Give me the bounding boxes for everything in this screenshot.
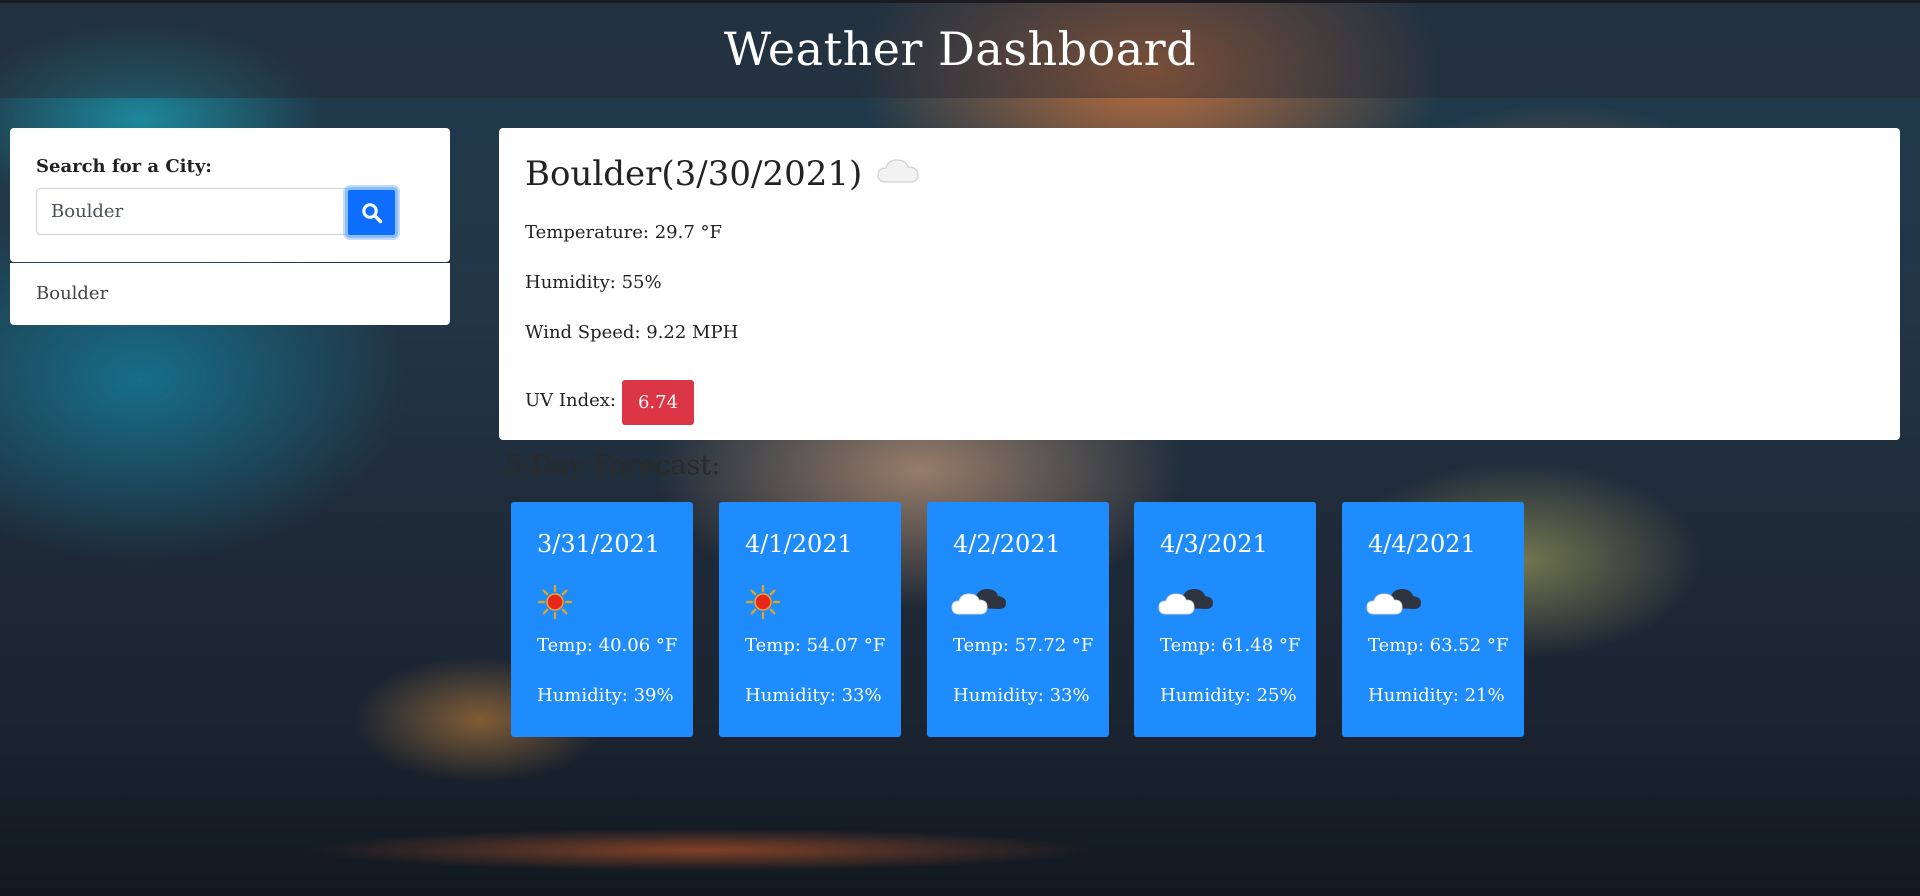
forecast-temp: Temp: 61.48 °F	[1160, 635, 1301, 656]
sun-icon	[535, 582, 575, 626]
forecast-temp: Temp: 54.07 °F	[745, 635, 886, 656]
forecast-date: 4/2/2021	[953, 530, 1061, 558]
forecast-temp: Temp: 57.72 °F	[953, 635, 1094, 656]
forecast-card: 4/3/2021 Temp: 61.48 °F Humidity: 25%	[1134, 502, 1316, 737]
cloud-icon	[876, 154, 920, 194]
forecast-title: 5-Day Forecast:	[505, 450, 721, 481]
forecast-date: 4/1/2021	[745, 530, 853, 558]
forecast-temp: Temp: 40.06 °F	[537, 635, 678, 656]
current-humidity: Humidity: 55%	[525, 272, 662, 293]
forecast-temp: Temp: 63.52 °F	[1368, 635, 1509, 656]
forecast-humidity: Humidity: 39%	[537, 685, 674, 706]
forecast-card: 4/4/2021 Temp: 63.52 °F Humidity: 21%	[1342, 502, 1524, 737]
current-wind-speed: Wind Speed: 9.22 MPH	[525, 322, 739, 343]
forecast-date: 4/3/2021	[1160, 530, 1268, 558]
history-item-boulder[interactable]: Boulder	[36, 283, 108, 304]
forecast-humidity: Humidity: 21%	[1368, 685, 1505, 706]
search-label: Search for a City:	[36, 156, 212, 177]
forecast-date: 4/4/2021	[1368, 530, 1476, 558]
current-city-date: Boulder(3/30/2021)	[525, 154, 863, 194]
uv-index-badge: 6.74	[621, 380, 695, 425]
current-weather-heading: Boulder(3/30/2021)	[525, 154, 920, 194]
current-weather-card: Boulder(3/30/2021) Temperature: 29.7 °F …	[499, 128, 1900, 440]
search-icon	[361, 202, 382, 223]
current-uv: UV Index: 6.74	[525, 378, 695, 425]
forecast-card: 4/2/2021 Temp: 57.72 °F Humidity: 33%	[927, 502, 1109, 737]
forecast-humidity: Humidity: 33%	[745, 685, 882, 706]
forecast-humidity: Humidity: 33%	[953, 685, 1090, 706]
city-search-input[interactable]	[36, 188, 356, 235]
current-temperature: Temperature: 29.7 °F	[525, 222, 722, 243]
partly-cloudy-icon	[951, 582, 1007, 622]
partly-cloudy-icon	[1158, 582, 1214, 622]
forecast-humidity: Humidity: 25%	[1160, 685, 1297, 706]
forecast-date: 3/31/2021	[537, 530, 661, 558]
search-button[interactable]	[345, 187, 398, 238]
page-header: Weather Dashboard	[0, 0, 1920, 98]
uv-label: UV Index:	[525, 390, 616, 411]
sun-icon	[743, 582, 783, 626]
page-title: Weather Dashboard	[723, 22, 1197, 76]
search-history: Boulder	[10, 263, 450, 325]
forecast-card: 3/31/2021 Temp: 40.06 °F Humidity: 39%	[511, 502, 693, 737]
partly-cloudy-icon	[1366, 582, 1422, 622]
forecast-card: 4/1/2021 Temp: 54.07 °F Humidity: 33%	[719, 502, 901, 737]
